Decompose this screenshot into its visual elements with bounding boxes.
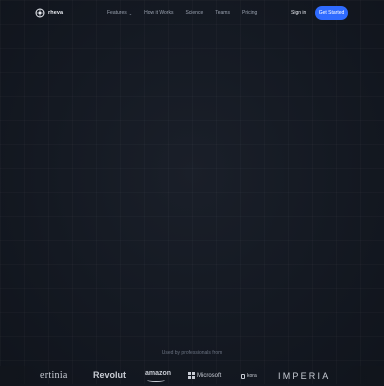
top-navigation: rheva Features ⌄ How it Works Science Te… [0, 0, 384, 26]
get-started-button[interactable]: Get Started [315, 6, 348, 20]
amazon-smile-icon [147, 378, 165, 382]
partner-logos-strip: ertinia Revolut amazon Microsoft kora IM… [0, 366, 384, 386]
nav-item-label: How it Works [144, 10, 174, 16]
main-menu: Features ⌄ How it Works Science Teams Pr… [107, 10, 257, 16]
partner-logo-microsoft: Microsoft [188, 372, 221, 379]
amazon-wordmark: amazon [145, 370, 172, 377]
nav-item-how-it-works[interactable]: How it Works [144, 10, 173, 16]
partner-logo-ertinia: ertinia [40, 370, 68, 381]
partner-logo-imperial: IMPERIA [278, 371, 331, 381]
logos-fade-left [0, 366, 40, 386]
background-grid [0, 0, 384, 384]
nav-item-features[interactable]: Features ⌄ [107, 10, 132, 16]
kora-mark-icon [241, 373, 245, 379]
brand-name: rheva [48, 10, 64, 16]
trusted-by-caption: Used by professionals from [161, 350, 223, 356]
microsoft-windows-icon [188, 372, 195, 379]
nav-item-teams[interactable]: Teams [215, 10, 230, 16]
rheva-logo-icon [35, 8, 45, 18]
kora-wordmark: kora [247, 373, 257, 379]
logos-fade-right [344, 366, 384, 386]
nav-item-label: Features [107, 10, 127, 16]
nav-item-label: Science [185, 10, 204, 16]
sign-in-link[interactable]: Sign in [291, 10, 306, 16]
partner-logo-kora: kora [241, 373, 257, 379]
nav-item-label: Pricing [241, 10, 258, 16]
brand-logo[interactable]: rheva [35, 8, 63, 18]
nav-item-pricing[interactable]: Pricing [242, 10, 257, 16]
nav-item-science[interactable]: Science [185, 10, 203, 16]
partner-logo-revolut: Revolut [93, 370, 127, 380]
microsoft-wordmark: Microsoft [197, 372, 222, 379]
partner-logo-amazon: amazon [145, 370, 172, 382]
chevron-down-icon: ⌄ [128, 10, 133, 16]
nav-item-label: Teams [215, 10, 230, 16]
